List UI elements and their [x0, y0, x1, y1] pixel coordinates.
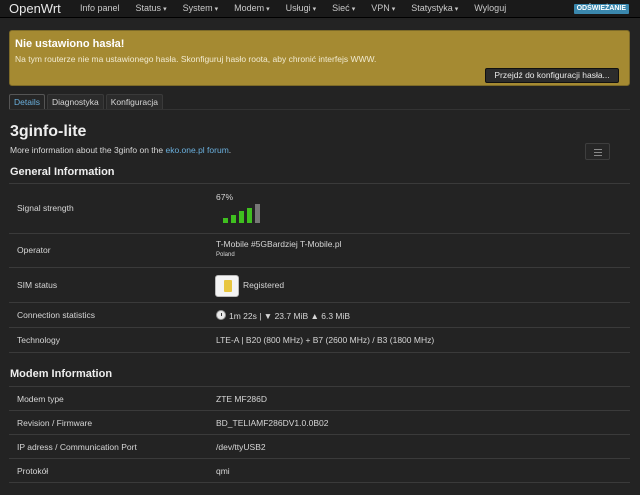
menu-item-vpn[interactable]: VPN ▾ [363, 0, 403, 18]
row-label: Modem type [17, 394, 64, 404]
tab-details[interactable]: Details [9, 94, 45, 109]
modem-type-value: ZTE MF286D [216, 394, 268, 404]
goto-password-config-button[interactable]: Przejdź do konfiguracji hasła... [485, 68, 619, 83]
signal-bar [231, 214, 236, 223]
firmware-value: BD_TELIAMF286DV1.0.0B02 [216, 418, 329, 428]
technology-value: LTE-A | B20 (800 MHz) + B7 (2600 MHz) / … [216, 335, 435, 345]
menu-label: System [182, 3, 213, 13]
protocol-row: Protokół qmi [9, 459, 630, 483]
tab-diagnostics[interactable]: Diagnostyka [46, 94, 104, 109]
menu-label: VPN [371, 3, 390, 13]
general-info-heading: General Information [10, 166, 115, 178]
row-label: IP adress / Communication Port [17, 442, 137, 452]
tab-configuration[interactable]: Konfiguracja [105, 94, 164, 109]
connection-stats-value: 1m 22s | ▼ 23.7 MiB ▲ 6.3 MiB [216, 310, 350, 321]
menu-item-network[interactable]: Sieć ▾ [324, 0, 363, 18]
menu-label: Info panel [80, 3, 120, 13]
main-menu: Info panel Status ▾ System ▾ Modem ▾ Usługi… [72, 0, 514, 18]
protocol-value: qmi [216, 466, 230, 476]
caret-down-icon: ▾ [163, 6, 167, 13]
menu-label: Status [135, 3, 162, 13]
page-description: More information about the 3ginfo on the… [10, 145, 231, 155]
description-suffix: . [228, 145, 232, 155]
caret-down-icon: ▾ [454, 6, 459, 13]
connection-stats-row: Connection statistics 1m 22s | ▼ 23.7 Mi… [9, 303, 630, 328]
caret-down-icon: ▾ [214, 6, 219, 13]
port-value: /dev/ttyUSB2 [216, 442, 266, 452]
menu-item-modem[interactable]: Modem ▾ [226, 0, 278, 18]
menu-item-status[interactable]: Status ▾ [128, 0, 175, 18]
menu-label: Wyloguj [474, 3, 507, 13]
technology-row: Technology LTE-A | B20 (800 MHz) + B7 (2… [9, 328, 630, 353]
brand-logo[interactable]: OpenWrt [9, 1, 61, 16]
caret-down-icon: ▾ [391, 6, 396, 13]
row-label: Protokół [17, 466, 49, 476]
signal-bars-icon [223, 204, 263, 223]
operator-country: Poland [216, 252, 235, 258]
menu-label: Modem [234, 3, 265, 13]
forum-link[interactable]: eko.one.pl forum [165, 145, 228, 155]
page-title: 3ginfo-lite [10, 123, 87, 140]
modem-info-heading: Modem Information [10, 368, 113, 380]
hamburger-menu-button[interactable] [585, 143, 610, 160]
hamburger-line [594, 152, 602, 153]
menu-label: Usługi [285, 3, 311, 13]
modem-type-row: Modem type ZTE MF286D [9, 387, 630, 411]
sim-status-row: SIM status Registered [9, 268, 630, 303]
sim-chip [224, 280, 232, 292]
row-label: Operator [17, 245, 51, 255]
signal-percent: 67% [216, 192, 234, 202]
stopwatch-icon [216, 310, 226, 320]
row-label: Connection statistics [17, 310, 95, 320]
signal-bar [223, 218, 228, 223]
refresh-badge[interactable]: ODŚWIEŻANIE [573, 4, 629, 14]
menu-item-statistics[interactable]: Statystyka ▾ [403, 0, 466, 18]
hamburger-line [594, 149, 602, 150]
row-label: SIM status [17, 280, 58, 290]
signal-bar [255, 204, 260, 223]
password-warning-alert: Nie ustawiono hasła! Na tym routerze nie… [9, 30, 630, 86]
operator-row: Operator T-Mobile #5GBardziej T-Mobile.p… [9, 234, 630, 268]
operator-value: T-Mobile #5GBardziej T-Mobile.pl [216, 239, 342, 249]
menu-item-system[interactable]: System ▾ [175, 0, 227, 18]
menu-label: Statystyka [411, 3, 453, 13]
tab-bar: Details Diagnostyka Konfiguracja [9, 94, 164, 109]
alert-text: Na tym routerze nie ma ustawionego hasła… [15, 54, 377, 64]
firmware-row: Revision / Firmware BD_TELIAMF286DV1.0.0… [9, 411, 630, 435]
menu-item-info-panel[interactable]: Info panel [72, 0, 128, 18]
caret-down-icon: ▾ [312, 6, 317, 13]
alert-title: Nie ustawiono hasła! [15, 38, 125, 50]
tab-divider [9, 109, 630, 110]
caret-down-icon: ▾ [351, 6, 356, 13]
menu-label: Sieć [332, 3, 350, 13]
row-label: Technology [17, 335, 61, 345]
hamburger-line [594, 155, 602, 156]
signal-bar [247, 207, 252, 223]
row-label: Revision / Firmware [17, 418, 93, 428]
menu-item-logout[interactable]: Wyloguj [466, 0, 514, 18]
menu-item-services[interactable]: Usługi ▾ [278, 0, 325, 18]
connection-stats-text: 1m 22s | ▼ 23.7 MiB ▲ 6.3 MiB [229, 311, 351, 321]
port-row: IP adress / Communication Port /dev/ttyU… [9, 435, 630, 459]
caret-down-icon: ▾ [266, 6, 270, 13]
description-text: More information about the 3ginfo on the [10, 145, 166, 155]
sim-card-icon [215, 275, 239, 297]
signal-bar [239, 211, 244, 223]
row-label: Signal strength [17, 203, 74, 213]
top-navbar: OpenWrt Info panel Status ▾ System ▾ Modem… [0, 0, 640, 18]
signal-strength-row: Signal strength 67% [9, 184, 630, 234]
sim-status-value: Registered [243, 280, 285, 290]
